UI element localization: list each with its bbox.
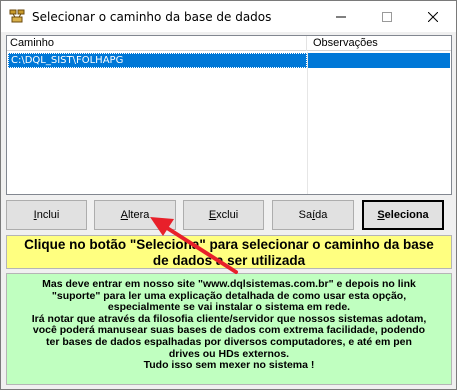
list-cell-caminho[interactable]: C:\DQL_SIST\FOLHAPG: [8, 53, 307, 68]
button-label-accel: A: [120, 209, 128, 221]
list-cell-observacoes[interactable]: [308, 53, 450, 68]
path-list[interactable]: Caminho Observações C:\DQL_SIST\FOLHAPG: [6, 35, 452, 195]
saida-button[interactable]: Sa í da: [272, 200, 354, 230]
path-selection-window: Selecionar o caminho da base de dados Ca…: [0, 0, 457, 390]
button-label: Sa: [298, 209, 313, 221]
button-label: nclui: [36, 209, 60, 221]
instruction-line: de dados a ser utilizada: [152, 253, 306, 268]
info-panel: Mas deve entrar em nosso site "www.dqlsi…: [6, 273, 452, 385]
info-line: Mas deve entrar em nosso site "www.dqlsi…: [42, 278, 416, 290]
column-divider: [307, 52, 308, 194]
button-label-accel: E: [208, 209, 217, 221]
window-title: Selecionar o caminho da base de dados: [32, 10, 272, 24]
info-line: ter bases de dados espalhadas por divers…: [46, 335, 412, 348]
altera-button[interactable]: Altera: [94, 200, 176, 230]
title-bar: Selecionar o caminho da base de dados: [1, 1, 456, 32]
maximize-icon: [382, 11, 392, 22]
info-line: Tudo isso sem mexer no sistema !: [143, 359, 315, 372]
seleciona-button[interactable]: Seleciona: [362, 200, 444, 230]
column-header-observacoes[interactable]: Observações: [308, 36, 451, 51]
inclui-button[interactable]: Inclui: [6, 200, 87, 230]
maximize-button[interactable]: [364, 1, 410, 32]
list-header: Caminho Observações: [7, 36, 451, 51]
button-label-accel: S: [377, 209, 385, 221]
exclui-button[interactable]: Exclui: [183, 200, 264, 230]
close-button[interactable]: [410, 1, 456, 32]
button-label: ltera: [127, 209, 150, 221]
instruction-line: Clique no botão "Seleciona" para selecio…: [24, 237, 434, 252]
instruction-panel: Clique no botão "Seleciona" para selecio…: [6, 235, 452, 269]
minimize-button[interactable]: [318, 1, 364, 32]
database-connection-icon: [9, 8, 25, 24]
close-icon: [428, 11, 438, 22]
button-label: eleciona: [384, 209, 429, 221]
minimize-icon: [336, 16, 346, 17]
button-label: da: [315, 209, 328, 221]
button-label: xclui: [216, 209, 239, 221]
column-header-caminho[interactable]: Caminho: [7, 36, 307, 51]
list-row[interactable]: C:\DQL_SIST\FOLHAPG: [8, 53, 450, 68]
